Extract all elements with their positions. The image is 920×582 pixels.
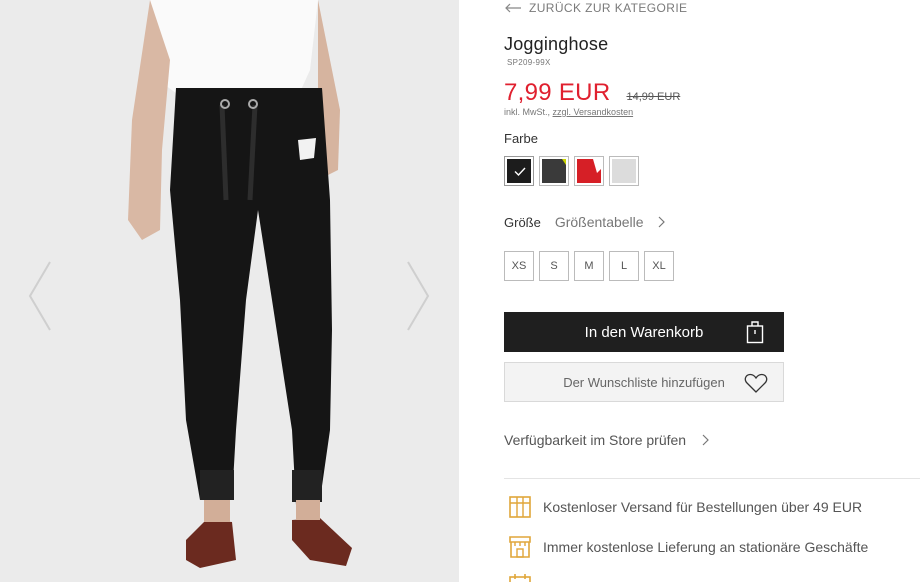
chevron-right-icon: [658, 216, 665, 228]
product-details: ZURÜCK ZUR KATEGORIE Jogginghose SP209-9…: [459, 0, 920, 582]
heart-icon: [744, 373, 768, 393]
color-swatch-darkgrey[interactable]: [539, 156, 569, 186]
size-option-xl[interactable]: XL: [644, 251, 674, 281]
store-availability-label: Verfügbarkeit im Store prüfen: [504, 432, 687, 448]
color-swatch-red[interactable]: [574, 156, 604, 186]
product-sku: SP209-99X: [507, 58, 551, 67]
product-gallery: [0, 0, 459, 582]
wishlist-label: Der Wunschliste hinzufügen: [563, 374, 725, 390]
size-header: Größe Größentabelle: [504, 214, 666, 230]
back-to-category-link[interactable]: ZURÜCK ZUR KATEGORIE: [504, 1, 687, 15]
benefit-store-delivery: Immer kostenlose Lieferung an stationäre…: [507, 534, 868, 560]
benefit-free-shipping: Kostenloser Versand für Bestellungen übe…: [507, 494, 862, 520]
color-swatches: [504, 156, 639, 186]
current-price: 7,99 EUR: [504, 79, 611, 106]
product-image: [0, 0, 459, 582]
shipping-costs-link[interactable]: zzgl. Versandkosten: [553, 107, 634, 117]
arrow-left-icon: [505, 3, 521, 13]
color-label: Farbe: [504, 131, 538, 146]
swatch-fill: [542, 159, 566, 183]
swatch-fill: [507, 159, 531, 183]
box-icon: [509, 496, 531, 518]
size-option-xs[interactable]: XS: [504, 251, 534, 281]
gallery-next-button[interactable]: [404, 258, 432, 334]
add-to-cart-label: In den Warenkorb: [584, 323, 704, 341]
tax-text: inkl. MwSt.,: [504, 107, 551, 117]
checkmark-icon: [514, 167, 526, 176]
tax-note: inkl. MwSt., zzgl. Versandkosten: [504, 107, 633, 117]
benefit-text: Kostenloser Versand für Bestellungen übe…: [543, 499, 863, 515]
size-label: Größe: [504, 214, 541, 230]
swatch-pattern: [593, 159, 601, 173]
back-label: ZURÜCK ZUR KATEGORIE: [529, 1, 688, 15]
size-options: XS S M L XL: [504, 251, 674, 281]
benefit-calendar: [507, 572, 543, 582]
store-availability-link[interactable]: Verfügbarkeit im Store prüfen: [504, 432, 710, 448]
size-option-l[interactable]: L: [609, 251, 639, 281]
swatch-pattern: [562, 159, 566, 165]
color-swatch-lightgrey[interactable]: [609, 156, 639, 186]
shopping-bag-icon: [746, 321, 764, 344]
size-chart-link[interactable]: Größentabelle: [555, 214, 644, 230]
divider: [504, 478, 920, 479]
calendar-icon: [509, 574, 531, 582]
size-option-s[interactable]: S: [539, 251, 569, 281]
gallery-prev-button[interactable]: [26, 258, 54, 334]
old-price: 14,99 EUR: [626, 91, 681, 103]
swatch-fill: [612, 159, 636, 183]
price-row: 7,99 EUR 14,99 EUR: [504, 79, 680, 107]
chevron-right-icon: [702, 434, 709, 446]
benefit-text: Immer kostenlose Lieferung an stationäre…: [543, 539, 869, 555]
add-to-wishlist-button[interactable]: Der Wunschliste hinzufügen: [504, 362, 784, 402]
swatch-fill: [577, 159, 601, 183]
add-to-cart-button[interactable]: In den Warenkorb: [504, 312, 784, 352]
store-icon: [509, 536, 531, 558]
product-title: Jogginghose: [504, 34, 609, 54]
color-swatch-black[interactable]: [504, 156, 534, 186]
size-option-m[interactable]: M: [574, 251, 604, 281]
